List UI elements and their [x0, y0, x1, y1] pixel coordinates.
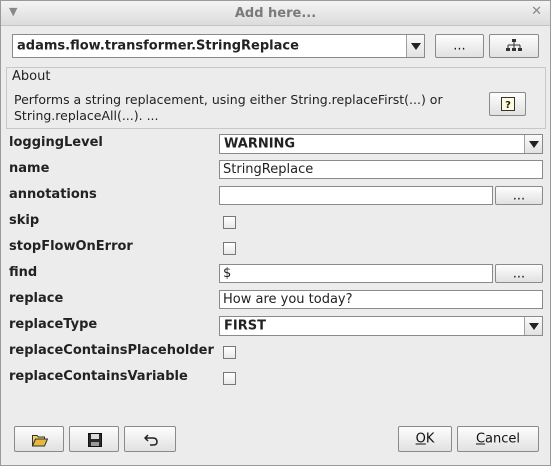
find-edit-button[interactable]: ... — [495, 264, 543, 283]
annotations-field[interactable] — [219, 186, 493, 205]
choose-class-button[interactable]: ... — [435, 34, 484, 58]
ok-rest: K — [425, 431, 435, 447]
property-label-skip: skip — [9, 213, 40, 228]
undo-button[interactable] — [124, 426, 176, 452]
property-label-annotations: annotations — [9, 187, 97, 202]
property-label-replaceContainsVariable: replaceContainsVariable — [9, 369, 188, 384]
class-selector-value: adams.flow.transformer.StringReplace — [17, 38, 299, 54]
chevron-down-icon[interactable] — [524, 317, 542, 335]
chevron-down-icon[interactable] — [406, 35, 424, 57]
loggingLevel-value: WARNING — [224, 136, 296, 152]
svg-text:?: ? — [505, 100, 511, 111]
property-label-name: name — [9, 161, 50, 176]
skip-checkbox[interactable] — [223, 216, 236, 229]
property-label-stopFlowOnError: stopFlowOnError — [9, 239, 133, 254]
about-panel: About Performs a string replacement, usi… — [6, 67, 546, 129]
replaceType-value: FIRST — [224, 318, 266, 334]
replace-field[interactable]: How are you today? — [219, 290, 543, 309]
class-selector[interactable]: adams.flow.transformer.StringReplace — [12, 34, 425, 58]
undo-icon — [144, 434, 158, 446]
annotations-edit-button[interactable]: ... — [495, 186, 543, 205]
property-label-replaceType: replaceType — [9, 317, 98, 332]
about-heading: About — [12, 69, 51, 84]
tree-icon — [506, 39, 522, 51]
find-field[interactable]: $ — [219, 264, 493, 283]
close-icon[interactable]: ✕ — [531, 4, 542, 19]
folder-open-icon — [32, 435, 48, 447]
stopFlowOnError-checkbox[interactable] — [223, 242, 236, 255]
ok-button[interactable]: OK — [398, 426, 452, 452]
ok-mnemonic: O — [415, 431, 426, 447]
replaceContainsPlaceholder-checkbox[interactable] — [223, 346, 236, 359]
save-icon — [88, 433, 102, 447]
cancel-mnemonic: C — [475, 431, 486, 447]
open-button[interactable] — [14, 426, 64, 452]
replaceType-select[interactable]: FIRST — [219, 316, 543, 336]
property-label-replaceContainsPlaceholder: replaceContainsPlaceholder — [9, 343, 214, 358]
chevron-down-icon[interactable] — [524, 135, 542, 153]
name-field[interactable]: StringReplace — [219, 160, 543, 179]
dialog-window: ▼ Add here... ✕ adams.flow.transformer.S… — [0, 0, 551, 466]
class-tree-button[interactable] — [489, 34, 539, 58]
property-label-find: find — [9, 265, 38, 280]
about-description: Performs a string replacement, using eit… — [14, 92, 443, 123]
property-label-loggingLevel: loggingLevel — [9, 135, 103, 150]
cancel-button[interactable]: Cancel — [457, 426, 539, 452]
replaceContainsVariable-checkbox[interactable] — [223, 372, 236, 385]
help-icon: ? — [501, 97, 515, 111]
save-button[interactable] — [69, 426, 119, 452]
cancel-rest: ancel — [485, 431, 521, 447]
title-bar[interactable]: ▼ Add here... ✕ — [1, 1, 550, 26]
property-label-replace: replace — [9, 291, 64, 306]
loggingLevel-select[interactable]: WARNING — [219, 134, 543, 154]
window-title: Add here... — [234, 6, 317, 21]
help-button[interactable]: ? — [489, 92, 526, 116]
